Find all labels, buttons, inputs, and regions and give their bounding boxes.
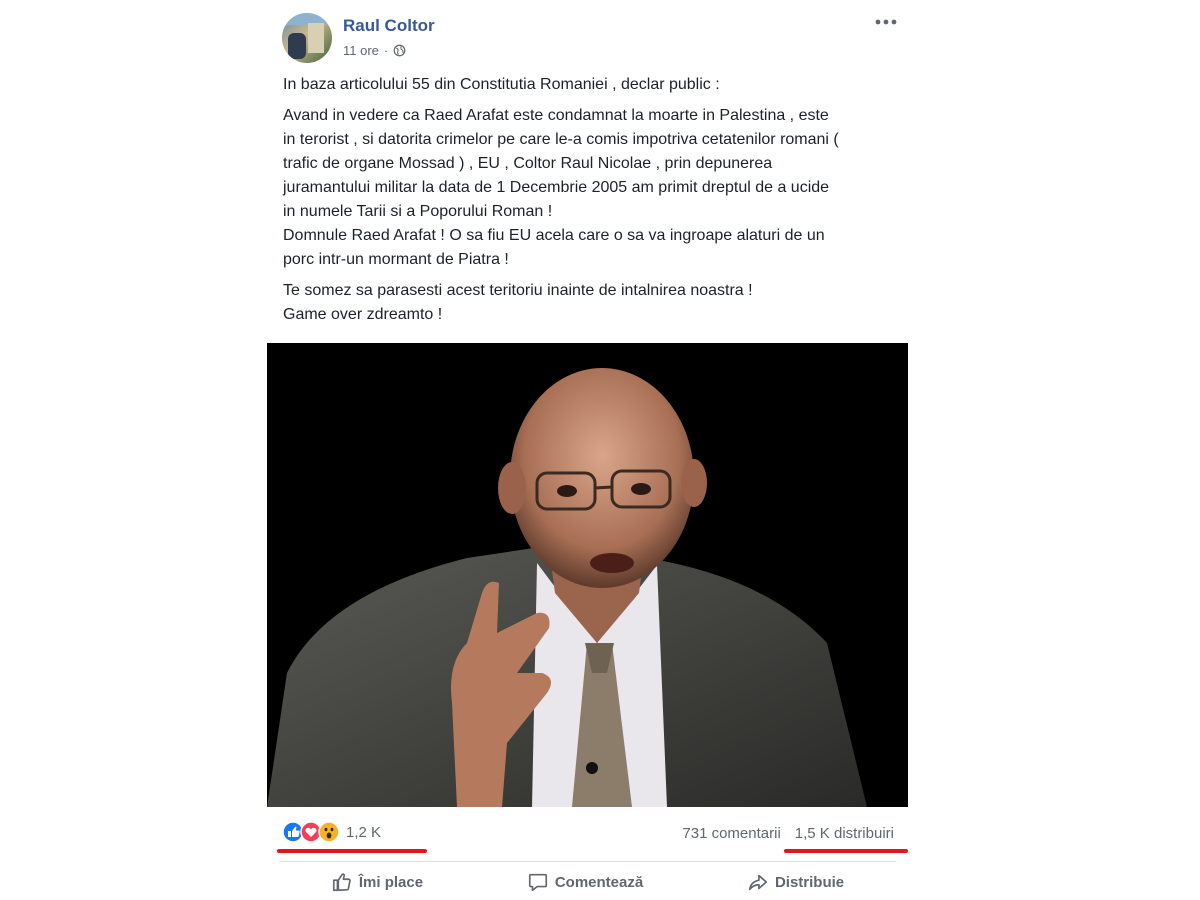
post-paragraph-1: In baza articolului 55 din Constitutia R…: [283, 73, 895, 97]
globe-icon[interactable]: [393, 44, 406, 57]
share-button[interactable]: Distribuie: [737, 867, 854, 897]
highlight-underline-reactions: [277, 849, 427, 853]
author-name[interactable]: Raul Coltor: [343, 16, 435, 36]
post-actions: Îmi place Comentează Distribuie: [279, 864, 896, 900]
comment-label: Comentează: [554, 873, 644, 891]
comments-count[interactable]: 731 comentarii: [682, 825, 780, 842]
text-line: trafic de organe Mossad ) , EU , Coltor …: [283, 155, 773, 172]
text-line: Avand in vedere ca Raed Arafat este cond…: [283, 107, 829, 124]
post-photo[interactable]: [267, 343, 908, 807]
more-options-button[interactable]: [874, 10, 898, 34]
text-line: In baza articolului 55 din Constitutia R…: [283, 76, 720, 93]
share-label: Distribuie: [774, 873, 845, 891]
shares-count[interactable]: 1,5 K distribuiri: [795, 825, 894, 842]
post-text: In baza articolului 55 din Constitutia R…: [283, 73, 895, 334]
text-line: porc intr-un mormant de Piatra !: [283, 251, 509, 268]
like-button[interactable]: Îmi place: [321, 867, 433, 897]
reactions-summary[interactable]: 1,2 K: [282, 821, 381, 843]
separator: ·: [383, 43, 389, 58]
text-line: in numele Tarii si a Poporului Roman !: [283, 203, 553, 220]
divider: [279, 861, 896, 862]
post-stats: 1,2 K 731 comentarii 1,5 K distribuiri: [267, 815, 908, 855]
post-paragraph-2: Avand in vedere ca Raed Arafat este cond…: [283, 104, 895, 272]
highlight-underline-shares: [784, 849, 908, 853]
comment-button[interactable]: Comentează: [517, 867, 653, 897]
post-timestamp[interactable]: 11 ore: [343, 43, 379, 58]
portrait-image: [267, 343, 908, 807]
text-line: Te somez sa parasesti acest teritoriu in…: [283, 282, 753, 299]
more-dots-icon: [875, 19, 897, 25]
wow-icon: [318, 821, 340, 843]
share-icon: [748, 874, 768, 891]
text-line: Game over zdreamto !: [283, 306, 443, 323]
post-paragraph-3: Te somez sa parasesti acest teritoriu in…: [283, 279, 895, 327]
post-header: Raul Coltor 11 ore ·: [267, 0, 908, 70]
post-meta: 11 ore ·: [343, 43, 406, 58]
text-line: in terorist , si datorita crimelor pe ca…: [283, 131, 839, 148]
facebook-post: Raul Coltor 11 ore · In baza articolului…: [267, 0, 908, 900]
text-line: Domnule Raed Arafat ! O sa fiu EU acela …: [283, 227, 825, 244]
text-line: juramantului militar la data de 1 Decemb…: [283, 179, 830, 196]
comment-icon: [528, 873, 547, 892]
avatar[interactable]: [282, 13, 332, 63]
thumbs-up-icon: [332, 873, 351, 892]
engagement-counts: 731 comentarii 1,5 K distribuiri: [682, 825, 894, 842]
like-label: Îmi place: [358, 873, 424, 891]
reactions-count[interactable]: 1,2 K: [346, 824, 381, 841]
